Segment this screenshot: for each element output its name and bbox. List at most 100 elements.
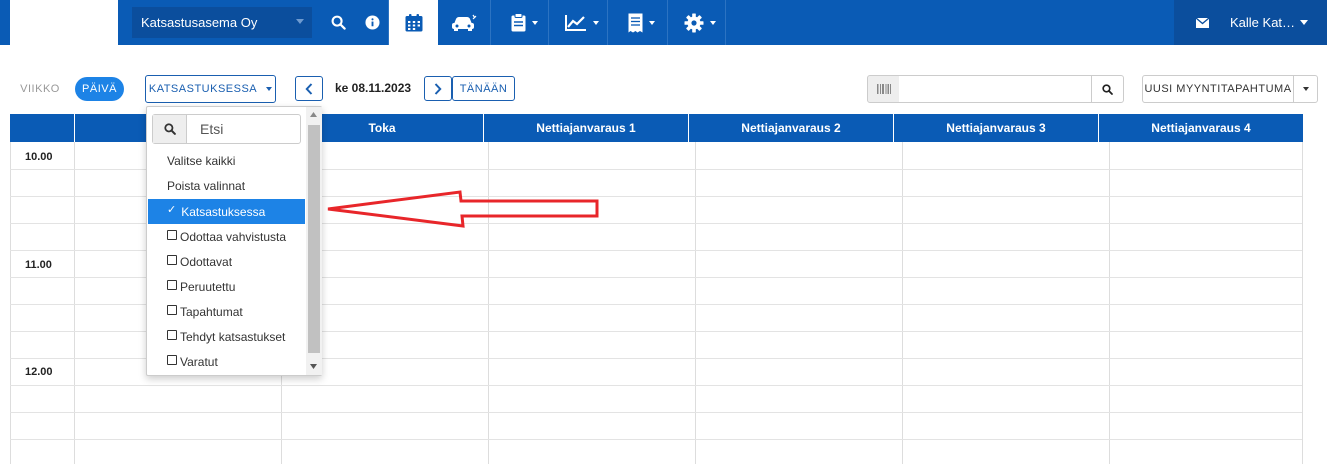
clear-selection-label: Poista valinnat <box>167 178 246 193</box>
checkbox[interactable] <box>167 255 177 265</box>
checkbox[interactable] <box>167 230 177 240</box>
status-option-odottaa-vahvistusta[interactable]: Odottaa vahvistusta <box>148 224 305 249</box>
scrollbar-thumb[interactable] <box>308 125 320 353</box>
company-select-label: Katsastusasema Oy <box>141 15 258 30</box>
current-date: ke 08.11.2023 <box>335 81 412 95</box>
clear-selection-option[interactable]: Poista valinnat <box>148 173 305 198</box>
info-icon <box>364 15 380 30</box>
user-name: Kalle Kat… <box>1230 15 1296 30</box>
status-option-label: Odottavat <box>180 254 233 269</box>
search-icon <box>331 15 346 30</box>
nav-separator <box>667 0 668 45</box>
week-view-button[interactable]: VIIKKO <box>12 79 68 99</box>
search-button[interactable] <box>326 0 350 45</box>
next-day-button[interactable] <box>424 76 452 101</box>
search-icon-box <box>153 115 187 143</box>
nav-separator <box>607 0 608 45</box>
new-sale-button[interactable]: UUSI MYYNTITAPAHTUMA <box>1142 75 1294 103</box>
grid-line <box>1109 142 1110 464</box>
scroll-down-icon[interactable] <box>310 364 317 369</box>
top-navigation-bar: Katsastusasema Oy Kalle Kat… <box>0 0 1327 45</box>
new-sale-options-button[interactable] <box>1293 75 1318 103</box>
grid-line <box>10 412 1302 413</box>
chart-icon <box>565 15 586 31</box>
grid-line <box>695 142 696 464</box>
status-option-label: Tehdyt katsastukset <box>180 329 286 344</box>
annotation-arrow-icon <box>327 190 599 228</box>
info-button[interactable] <box>360 0 384 45</box>
today-button[interactable]: TÄNÄÄN <box>452 76 515 101</box>
status-filter-dropdown[interactable]: KATSASTUKSESSA <box>145 75 276 103</box>
invoices-menu[interactable] <box>617 0 665 45</box>
search-input[interactable] <box>899 75 1092 103</box>
status-option-odottavat[interactable]: Odottavat <box>148 249 305 274</box>
filter-search-input[interactable]: Etsi <box>187 115 223 143</box>
search-submit-button[interactable] <box>1091 75 1124 103</box>
chevron-down-icon <box>1300 20 1309 25</box>
new-sale-label: UUSI MYYNTITAPAHTUMA <box>1144 83 1292 95</box>
grid-header-column: Nettiajanvaraus 1 <box>484 114 689 142</box>
checkbox[interactable] <box>167 355 177 365</box>
status-option-label: Peruutettu <box>180 279 236 294</box>
chevron-down-icon <box>531 20 538 25</box>
grid-line <box>1302 142 1303 464</box>
status-option-label: Tapahtumat <box>180 304 243 319</box>
logo[interactable] <box>10 0 118 45</box>
calendar-icon <box>405 13 422 31</box>
settings-menu[interactable] <box>676 0 724 45</box>
user-menu[interactable]: Kalle Kat… <box>1174 0 1327 45</box>
barcode-scanner-button[interactable] <box>867 75 900 103</box>
checkbox[interactable] <box>167 280 177 290</box>
grid-line <box>10 439 1302 440</box>
grid-line <box>902 142 903 464</box>
hour-label: 10.00 <box>25 151 53 163</box>
chevron-down-icon <box>296 19 304 24</box>
chevron-down-icon <box>593 20 599 25</box>
status-option-label: Varatut <box>180 354 218 369</box>
checkbox[interactable] <box>167 305 177 315</box>
day-view-button[interactable]: PÄIVÄ <box>75 77 124 101</box>
calendar-nav-item[interactable] <box>389 0 438 45</box>
status-option-tehdyt-katsastukset[interactable]: Tehdyt katsastukset <box>148 324 305 349</box>
car-icon <box>452 14 477 31</box>
vehicles-nav-item[interactable] <box>438 0 490 45</box>
nav-separator <box>725 0 726 45</box>
chevron-down-icon <box>648 20 655 25</box>
week-view-label: VIIKKO <box>20 83 60 95</box>
previous-day-button[interactable] <box>295 76 323 101</box>
select-all-label: Valitse kaikki <box>167 153 236 168</box>
status-option-varatut[interactable]: Varatut <box>148 349 305 374</box>
grid-header-column: Nettiajanvaraus 4 <box>1099 114 1303 142</box>
chevron-down-icon <box>266 87 273 91</box>
select-all-option[interactable]: Valitse kaikki <box>148 148 305 173</box>
status-option-label: Odottaa vahvistusta <box>180 229 287 244</box>
grid-line <box>10 385 1302 386</box>
reports-menu[interactable] <box>558 0 606 45</box>
filter-search-box[interactable]: Etsi <box>152 114 301 144</box>
today-label: TÄNÄÄN <box>459 82 508 95</box>
hour-label: 12.00 <box>25 366 53 378</box>
grid-line <box>74 142 75 464</box>
tasks-menu[interactable] <box>500 0 548 45</box>
company-select[interactable]: Katsastusasema Oy <box>132 7 312 38</box>
hour-label: 11.00 <box>25 259 52 271</box>
clipboard-icon <box>511 13 525 32</box>
grid-header-column: Nettiajanvaraus 3 <box>894 114 1099 142</box>
nav-separator <box>548 0 549 45</box>
status-option-label: Katsastuksessa <box>181 204 266 219</box>
gear-icon <box>684 13 704 32</box>
search-icon <box>1102 83 1113 95</box>
dropdown-scrollbar[interactable] <box>306 107 322 375</box>
chevron-down-icon <box>710 20 716 25</box>
checkmark-icon: ✓ <box>167 204 177 216</box>
receipt-icon <box>628 13 642 32</box>
chevron-right-icon <box>434 82 442 95</box>
status-option-peruutettu[interactable]: Peruutettu <box>148 274 305 299</box>
day-view-label: PÄIVÄ <box>82 83 117 95</box>
status-option-katsastuksessa[interactable]: ✓ Katsastuksessa <box>148 199 305 224</box>
nav-separator <box>490 0 491 45</box>
scroll-up-icon[interactable] <box>310 112 317 117</box>
status-filter-menu: Etsi Valitse kaikki Poista valinnat ✓ Ka… <box>146 106 322 376</box>
status-option-tapahtumat[interactable]: Tapahtumat <box>148 299 305 324</box>
checkbox[interactable] <box>167 330 177 340</box>
